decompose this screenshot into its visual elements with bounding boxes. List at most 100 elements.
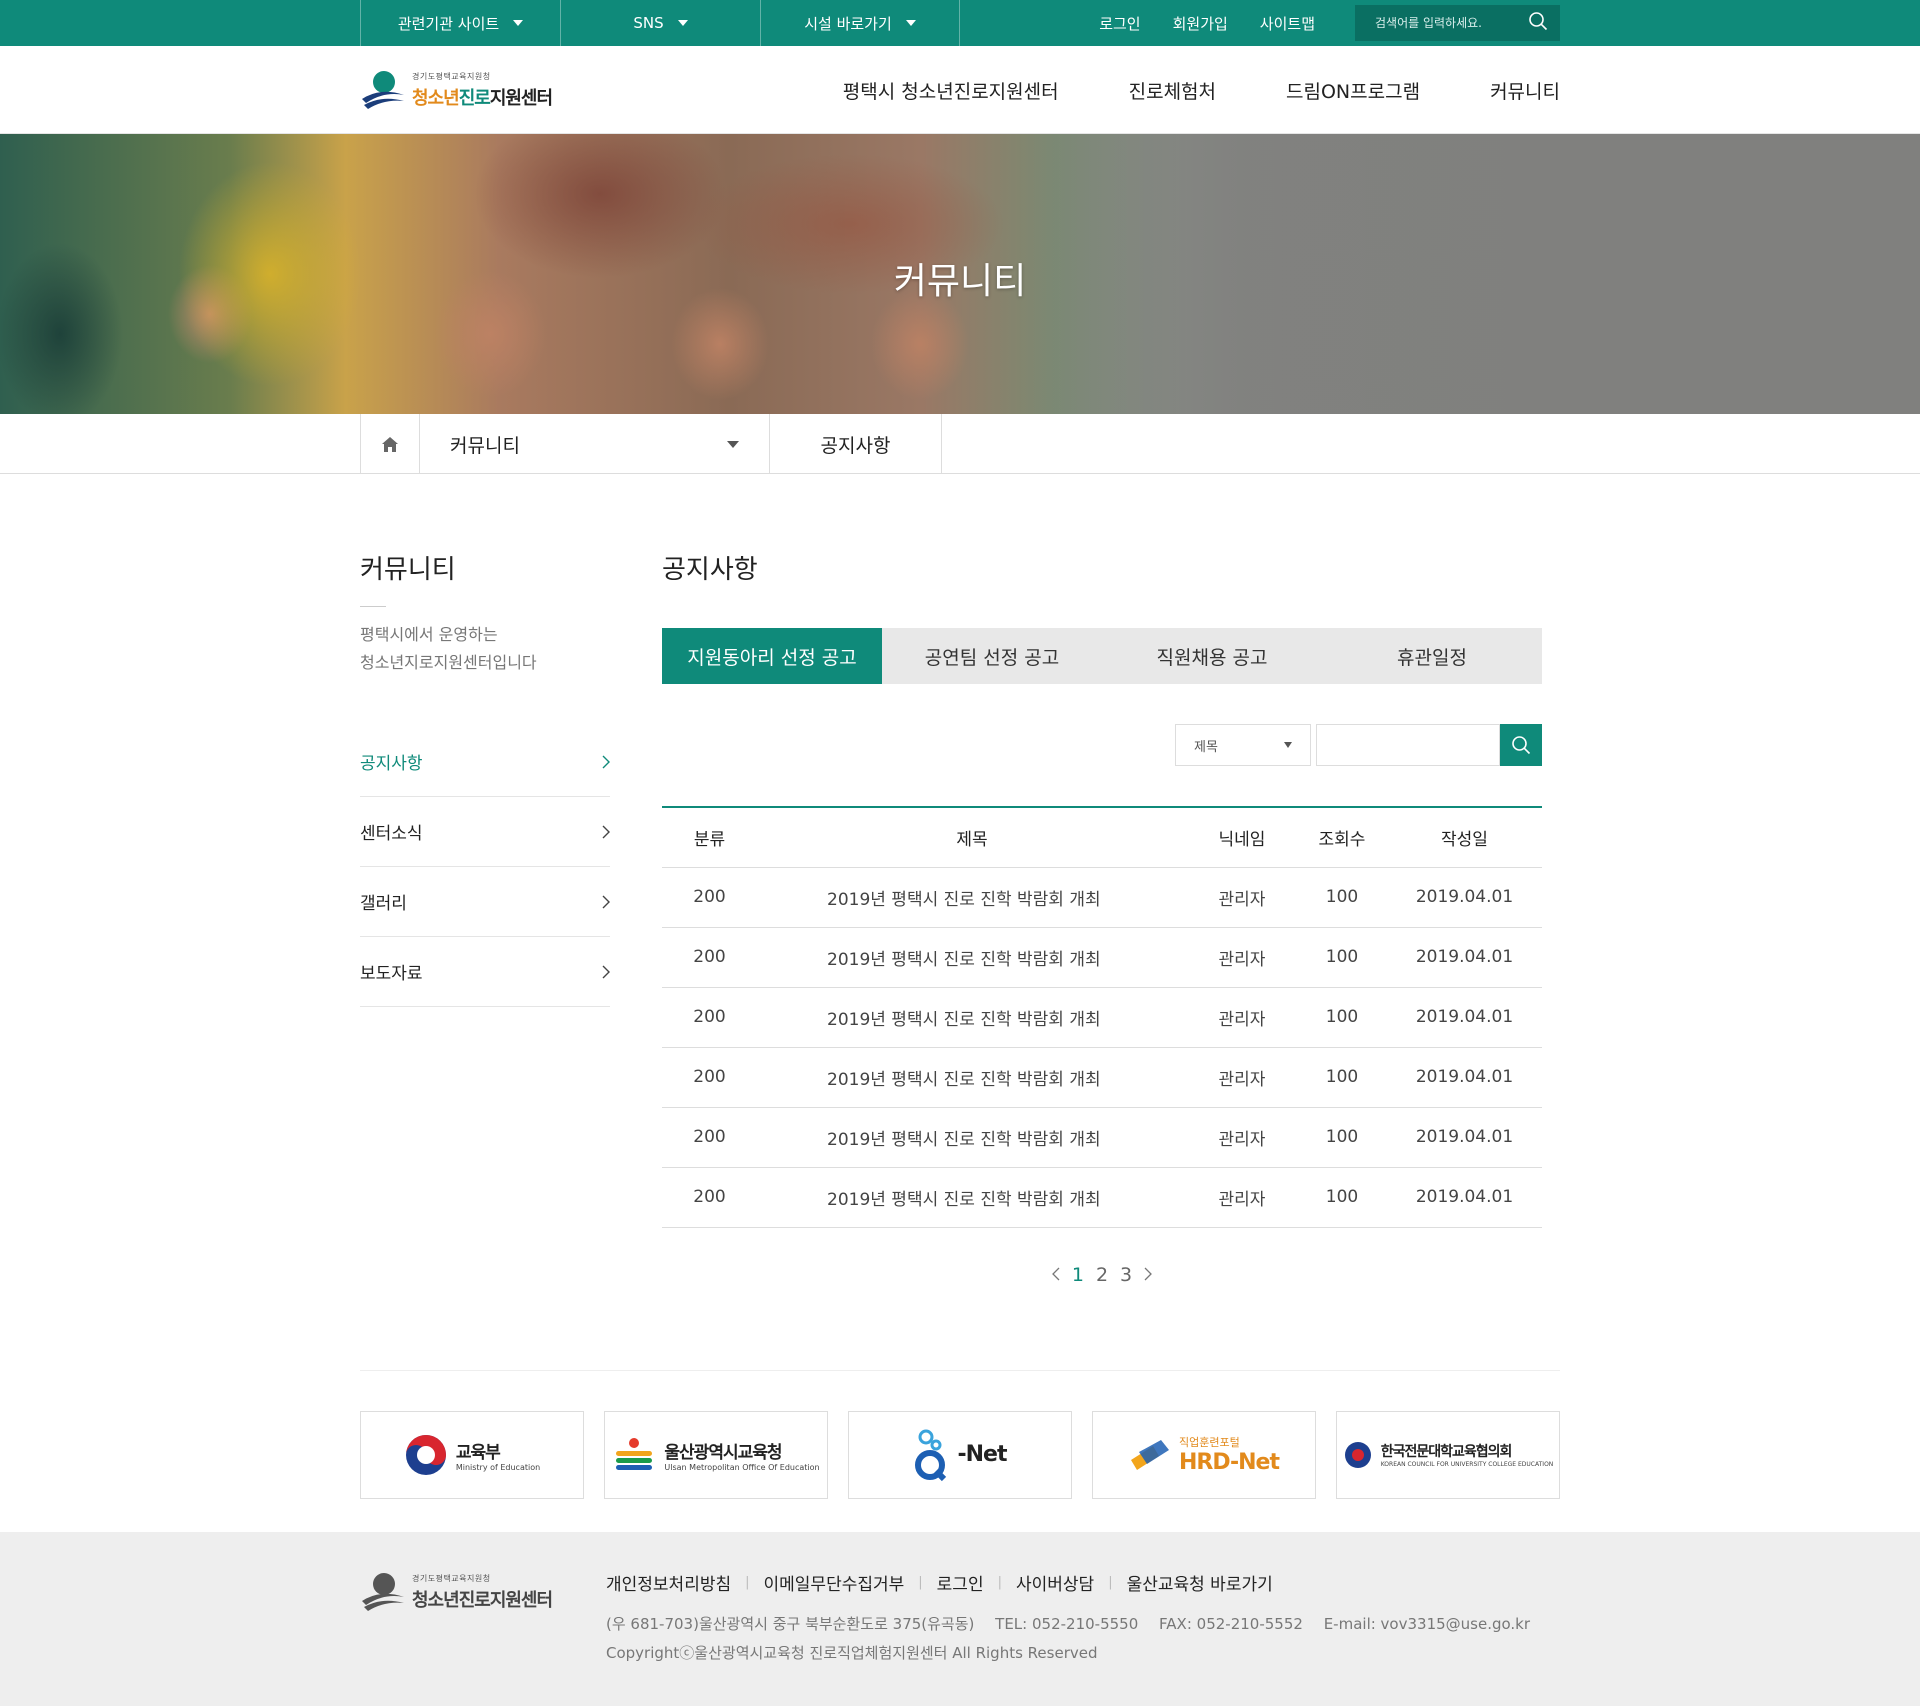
caret-down-icon bbox=[1284, 742, 1292, 748]
footer-tel: TEL: 052-210-5550 bbox=[995, 1615, 1139, 1633]
page-2[interactable]: 2 bbox=[1096, 1264, 1108, 1286]
page-3[interactable]: 3 bbox=[1120, 1264, 1132, 1286]
partner-name: 울산광역시교육청 bbox=[664, 1442, 782, 1463]
cell-title-link[interactable]: 2019년 평택시 진로 진학 박람회 개최 bbox=[757, 987, 1187, 1048]
cell-nickname: 관리자 bbox=[1187, 1107, 1297, 1168]
site-logo[interactable]: 경기도평택교육지원청 청소년진로지원센터 bbox=[360, 69, 553, 111]
signup-link[interactable]: 회원가입 bbox=[1173, 13, 1228, 34]
separator: | bbox=[997, 1575, 1002, 1590]
footer-link-counseling[interactable]: 사이버상담 bbox=[1016, 1570, 1094, 1595]
separator: | bbox=[1108, 1575, 1113, 1590]
board-search: 제목 bbox=[662, 724, 1542, 766]
sidebar-description: 평택시에서 운영하는 청소년지로지원센터입니다 bbox=[360, 621, 610, 677]
content-area: 커뮤니티 평택시에서 운영하는 청소년지로지원센터입니다 공지사항 센터소식 갤… bbox=[0, 474, 1920, 1499]
search-icon[interactable] bbox=[1528, 11, 1548, 35]
partner-hrdnet[interactable]: 직업훈련포털 HRD-Net bbox=[1092, 1410, 1316, 1499]
sitemap-link[interactable]: 사이트맵 bbox=[1260, 13, 1315, 34]
cell-date: 2019.04.01 bbox=[1387, 867, 1542, 928]
cell-title-link[interactable]: 2019년 평택시 진로 진학 박람회 개최 bbox=[757, 1167, 1187, 1228]
sidebar-desc-line1: 평택시에서 운영하는 bbox=[360, 625, 498, 644]
sidebar: 커뮤니티 평택시에서 운영하는 청소년지로지원센터입니다 공지사항 센터소식 갤… bbox=[360, 549, 610, 1286]
footer-link-ulsan-edu[interactable]: 울산교육청 바로가기 bbox=[1127, 1570, 1273, 1595]
footer-link-privacy[interactable]: 개인정보처리방침 bbox=[606, 1570, 731, 1595]
footer-link-login[interactable]: 로그인 bbox=[937, 1570, 984, 1595]
facility-shortcut-dropdown[interactable]: 시설 바로가기 bbox=[760, 0, 960, 46]
logo-title-part2: 진로 bbox=[458, 87, 491, 109]
nav-center[interactable]: 평택시 청소년진로지원센터 bbox=[843, 77, 1059, 104]
page-title: 공지사항 bbox=[662, 555, 758, 585]
cell-category: 200 bbox=[662, 1167, 757, 1228]
footer-address: (우 681-703)울산광역시 중구 북부순환도로 375(유곡동) TEL:… bbox=[606, 1613, 1546, 1634]
partner-ulsan-edu[interactable]: 울산광역시교육청 Ulsan Metropolitan Office Of Ed… bbox=[604, 1410, 828, 1499]
related-sites-dropdown[interactable]: 관련기관 사이트 bbox=[360, 0, 560, 46]
sidebar-item-press[interactable]: 보도자료 bbox=[360, 937, 610, 1007]
tab-closure-schedule[interactable]: 휴관일정 bbox=[1322, 628, 1542, 684]
cell-title-link[interactable]: 2019년 평택시 진로 진학 박람회 개최 bbox=[757, 1107, 1187, 1168]
home-button[interactable] bbox=[360, 414, 420, 474]
tab-recruitment[interactable]: 직원채용 공고 bbox=[1102, 628, 1322, 684]
cell-title-link[interactable]: 2019년 평택시 진로 진학 박람회 개최 bbox=[757, 1047, 1187, 1108]
nav-community[interactable]: 커뮤니티 bbox=[1490, 77, 1560, 104]
location-bar: 커뮤니티 공지사항 bbox=[0, 414, 1920, 474]
top-search-input[interactable] bbox=[1375, 16, 1525, 30]
qnet-logo-icon bbox=[914, 1429, 946, 1481]
depth2-dropdown[interactable]: 공지사항 bbox=[770, 414, 942, 474]
logo-title: 청소년진로지원센터 bbox=[412, 84, 553, 110]
caret-down-icon bbox=[727, 440, 739, 448]
chevron-right-icon bbox=[602, 965, 610, 978]
logo-title-part3: 지원센터 bbox=[489, 87, 553, 109]
sidebar-item-label: 센터소식 bbox=[360, 824, 423, 844]
cell-date: 2019.04.01 bbox=[1387, 1047, 1542, 1108]
site-header: 경기도평택교육지원청 청소년진로지원센터 평택시 청소년진로지원센터 진로체험처… bbox=[0, 46, 1920, 134]
depth1-dropdown[interactable]: 커뮤니티 bbox=[420, 414, 770, 474]
sidebar-item-gallery[interactable]: 갤러리 bbox=[360, 867, 610, 937]
header-nickname: 닉네임 bbox=[1187, 807, 1297, 868]
cell-title-link[interactable]: 2019년 평택시 진로 진학 박람회 개최 bbox=[757, 867, 1187, 928]
sidebar-item-label: 보도자료 bbox=[360, 964, 423, 984]
partner-moe[interactable]: 교육부 Ministry of Education bbox=[360, 1410, 584, 1499]
login-link[interactable]: 로그인 bbox=[1099, 13, 1140, 34]
header-views: 조회수 bbox=[1297, 807, 1387, 868]
table-row[interactable]: 200 2019년 평택시 진로 진학 박람회 개최 관리자 100 2019.… bbox=[662, 1107, 1542, 1168]
partner-subtitle: KOREAN COUNCIL FOR UNIVERSITY COLLEGE ED… bbox=[1380, 1461, 1554, 1468]
page-1[interactable]: 1 bbox=[1072, 1264, 1084, 1286]
table-row[interactable]: 200 2019년 평택시 진로 진학 박람회 개최 관리자 100 2019.… bbox=[662, 987, 1542, 1048]
table-row[interactable]: 200 2019년 평택시 진로 진학 박람회 개최 관리자 100 2019.… bbox=[662, 927, 1542, 988]
tab-performance-team[interactable]: 공연팀 선정 공고 bbox=[882, 628, 1102, 684]
header-date: 작성일 bbox=[1387, 807, 1542, 868]
cell-date: 2019.04.01 bbox=[1387, 1107, 1542, 1168]
caret-down-icon bbox=[677, 20, 688, 26]
prev-page-button[interactable] bbox=[1051, 1264, 1060, 1286]
board-search-input[interactable] bbox=[1316, 724, 1500, 766]
table-row[interactable]: 200 2019년 평택시 진로 진학 박람회 개최 관리자 100 2019.… bbox=[662, 867, 1542, 928]
partner-name: 한국전문대학교육협의회 bbox=[1380, 1444, 1513, 1460]
table-row[interactable]: 200 2019년 평택시 진로 진학 박람회 개최 관리자 100 2019.… bbox=[662, 1167, 1542, 1228]
sidebar-item-notice[interactable]: 공지사항 bbox=[360, 727, 610, 797]
partner-subtitle: Ulsan Metropolitan Office Of Education bbox=[664, 1462, 820, 1472]
tab-club-selection[interactable]: 지원동아리 선정 공고 bbox=[662, 628, 882, 684]
next-page-button[interactable] bbox=[1144, 1264, 1153, 1286]
sns-dropdown[interactable]: SNS bbox=[560, 0, 760, 46]
separator: | bbox=[745, 1575, 750, 1590]
sidebar-item-center-news[interactable]: 센터소식 bbox=[360, 797, 610, 867]
search-field-select[interactable]: 제목 bbox=[1175, 724, 1311, 766]
partner-kcce[interactable]: 한국전문대학교육협의회 KOREAN COUNCIL FOR UNIVERSIT… bbox=[1336, 1410, 1560, 1499]
moe-emblem-icon bbox=[405, 1434, 446, 1475]
nav-dream-on[interactable]: 드림ON프로그램 bbox=[1286, 77, 1420, 104]
depth1-label: 커뮤니티 bbox=[450, 434, 520, 457]
nav-experience[interactable]: 진로체험처 bbox=[1129, 77, 1216, 104]
partner-name: HRD-Net bbox=[1178, 1450, 1280, 1475]
cell-category: 200 bbox=[662, 927, 757, 988]
partner-links: 교육부 Ministry of Education 울산광역시교육청 Ulsan… bbox=[360, 1369, 1560, 1499]
board-search-button[interactable] bbox=[1500, 724, 1542, 766]
sidebar-menu: 공지사항 센터소식 갤러리 보도자료 bbox=[360, 727, 610, 1007]
cell-title-link[interactable]: 2019년 평택시 진로 진학 박람회 개최 bbox=[757, 927, 1187, 988]
cell-category: 200 bbox=[662, 1047, 757, 1108]
partner-name: -Net bbox=[957, 1442, 1008, 1467]
partner-subtitle: 직업훈련포털 bbox=[1178, 1436, 1240, 1449]
cell-views: 100 bbox=[1297, 927, 1387, 988]
sidebar-desc-line2: 청소년지로지원센터입니다 bbox=[360, 653, 537, 672]
footer-link-email-policy[interactable]: 이메일무단수집거부 bbox=[764, 1570, 905, 1595]
partner-qnet[interactable]: -Net bbox=[848, 1410, 1072, 1499]
table-row[interactable]: 200 2019년 평택시 진로 진학 박람회 개최 관리자 100 2019.… bbox=[662, 1047, 1542, 1108]
